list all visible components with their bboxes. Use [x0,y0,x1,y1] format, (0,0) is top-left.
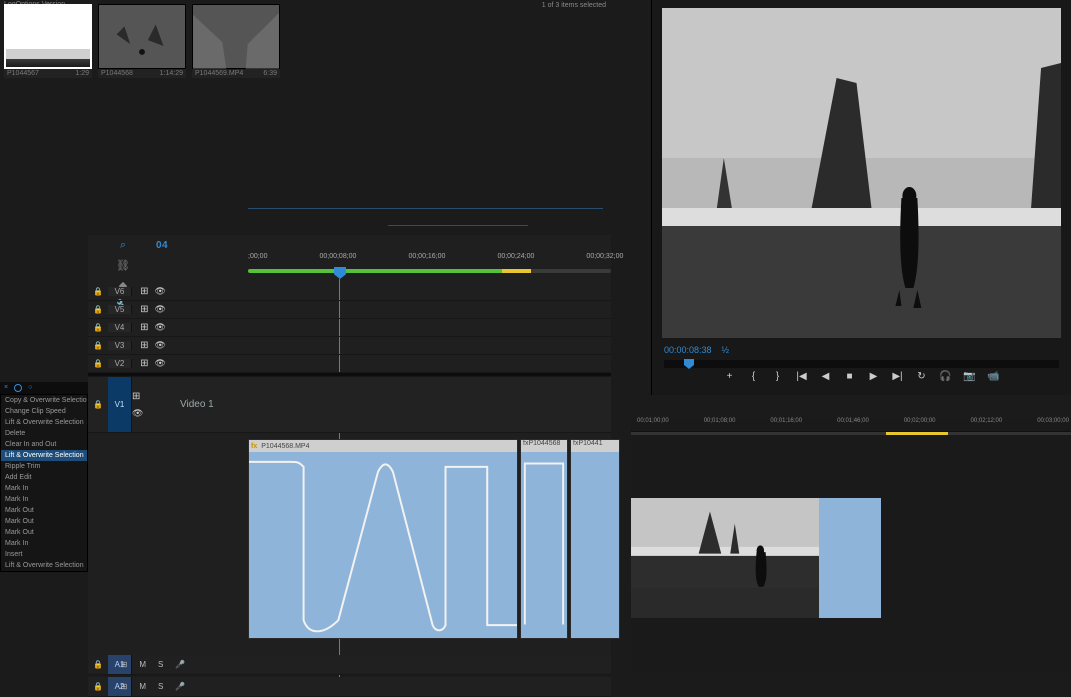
divider [388,225,528,226]
work-area-bar[interactable] [248,269,611,273]
goto-in-button[interactable]: |◀ [795,371,809,391]
track-audio[interactable]: 🔒A2 MS🎤 [88,677,611,697]
filmstrip-frame [631,498,819,618]
menu-item[interactable]: Lift & Overwrite Selection [1,417,87,428]
thumbnail[interactable] [4,4,92,69]
bin-item[interactable]: P10445681:14:29 [98,4,186,111]
program-scrubber[interactable] [664,360,1059,368]
video-clip[interactable]: fxP10441 [570,439,620,639]
timeline-timecode[interactable]: 04 [156,240,168,251]
video-clip[interactable]: fxP1044568 [520,439,568,639]
track-label: Video 1 [174,399,214,410]
menu-item[interactable]: Ripple Trim [1,461,87,472]
search-bar[interactable]: ×○ [0,382,88,394]
thumbnail[interactable] [98,4,186,69]
track-stack: 🔒V6 🔒V5 🔒V4 🔒V3 🔒V2 🔒 V1 Video 1 fxP1044… [88,283,611,672]
step-fwd-button[interactable]: ▶ [867,371,881,391]
transport-controls: + { } |◀ ◀ ■ ▶ ▶| ↻ 🎧 📷 📹 [652,371,1071,391]
timeline-header: 04 [156,235,256,253]
loop-button[interactable]: ↻ [915,371,929,391]
search-icon [14,384,22,392]
link-icon[interactable]: ⛓ [114,259,132,275]
audio-button[interactable]: 🎧 [939,371,953,391]
snap-icon[interactable]: ⌕ [114,239,132,255]
menu-item[interactable]: Mark Out [1,516,87,527]
camera-button[interactable]: 📹 [987,371,1001,391]
selection-status: 1 of 3 items selected [542,2,606,9]
play-button[interactable]: ■ [843,371,857,391]
goto-out-button[interactable]: ▶| [891,371,905,391]
export-frame-button[interactable]: 📷 [963,371,977,391]
menu-item[interactable]: Lift & Overwrite Selection [1,560,87,571]
context-menu: Copy & Overwrite Selection Change Clip S… [0,394,88,572]
time-remap-curve [249,452,517,638]
menu-item[interactable]: Add Edit [1,472,87,483]
program-monitor: 00:00:08:38 ½ + { } |◀ ◀ ■ ▶ ▶| ↻ 🎧 📷 📹 [651,0,1071,395]
menu-item[interactable]: Clear In and Out [1,439,87,450]
filmstrip[interactable] [631,498,881,618]
project-bin: P10445671:29 P10445681:14:29 P1044569.MP… [0,0,290,115]
video-clip[interactable]: fxP1044568.MP4 [248,439,518,639]
menu-item[interactable]: Mark In [1,483,87,494]
menu-item[interactable]: Insert [1,549,87,560]
bin-item[interactable]: P10445671:29 [4,4,92,111]
bin-item[interactable]: P1044569.MP46:39 [192,4,280,111]
menu-item[interactable]: Change Clip Speed [1,406,87,417]
target-icon[interactable] [140,286,148,297]
secondary-ruler[interactable]: 00;01;00;0000;01;08;0000;01;16;00 00;01;… [631,418,1071,432]
secondary-timeline: 00;01;00;0000;01;08;0000;01;16;00 00;01;… [631,418,1071,672]
playback-res[interactable]: ½ [722,345,730,355]
step-back-button[interactable]: ◀ [819,371,833,391]
menu-item[interactable]: Mark In [1,494,87,505]
track-audio[interactable]: 🔒A1 MS🎤 [88,655,611,675]
program-timecode[interactable]: 00:00:08:38 [664,345,712,355]
mark-out-button[interactable]: } [771,371,785,391]
secondary-work-area[interactable] [631,432,1071,435]
playhead[interactable] [334,267,346,279]
clip-lane[interactable]: fxP1044568.MP4 fxP1044568 fxP10441 [248,283,611,672]
eye-icon[interactable] [154,286,165,297]
menu-item[interactable]: Copy & Overwrite Selection [1,395,87,406]
menu-item[interactable]: Mark Out [1,527,87,538]
mic-icon[interactable]: 🎤 [175,660,185,669]
filmstrip-gap [819,498,881,618]
menu-item[interactable]: Lift & Overwrite Selection [1,450,87,461]
fx-badge[interactable]: fx [251,443,257,450]
program-view[interactable] [662,8,1061,338]
mark-in-button[interactable]: { [747,371,761,391]
timeline-ruler[interactable]: ;00;00 00;00;08;00 00;00;16;00 00;00;24;… [248,253,611,275]
menu-item[interactable]: Mark In [1,538,87,549]
add-marker-button[interactable]: + [723,371,737,391]
scrub-playhead[interactable] [684,359,694,369]
menu-item[interactable]: Mark Out [1,505,87,516]
menu-item[interactable]: Delete [1,428,87,439]
divider [248,208,603,209]
timeline-panel: 04 ⌕ ⛓ ◆ 🔧 ;00;00 00;00;08;00 00;00;16;0… [88,235,611,672]
thumbnail[interactable] [192,4,280,69]
